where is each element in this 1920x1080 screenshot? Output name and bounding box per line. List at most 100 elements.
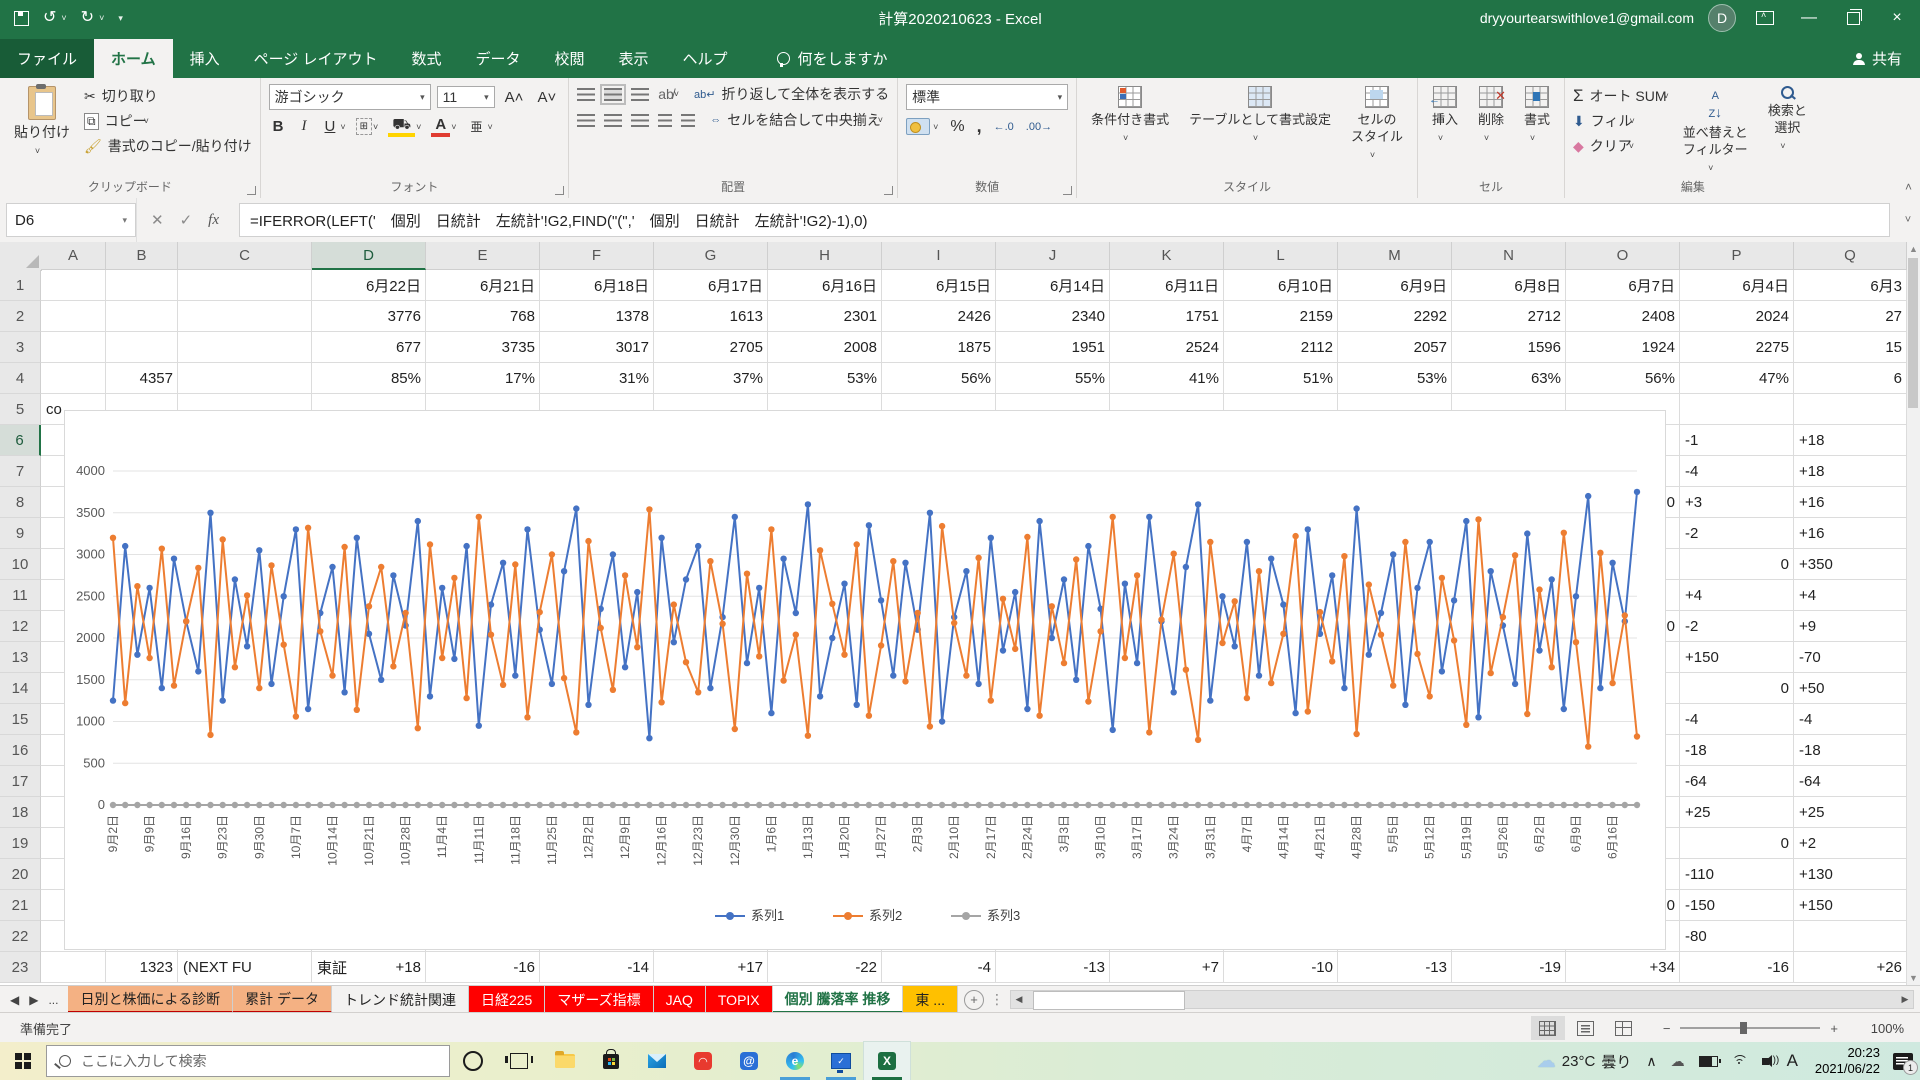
fill-button[interactable]: ⬇︎フィル˅ <box>1573 111 1669 131</box>
cell-D3[interactable]: 677 <box>312 332 426 363</box>
wrap-text-button[interactable]: ab↵折り返して全体を表示する <box>694 84 889 104</box>
horizontal-scrollbar[interactable]: ◀ ▶ <box>1010 990 1914 1009</box>
tell-me-box[interactable]: 何をしますか <box>771 39 894 78</box>
cell-P12[interactable]: -2 <box>1680 611 1794 642</box>
cell-N4[interactable]: 63% <box>1452 363 1566 394</box>
sheet-tab-トレンド統計関連[interactable]: トレンド統計関連 <box>332 986 469 1013</box>
page-layout-view-button[interactable] <box>1569 1016 1603 1040</box>
wifi-icon[interactable] <box>1725 1055 1755 1067</box>
percent-button[interactable]: % <box>950 118 964 136</box>
grow-font-button[interactable]: A˄ <box>501 88 528 107</box>
cell-H3[interactable]: 2008 <box>768 332 882 363</box>
cell-J2[interactable]: 2340 <box>996 301 1110 332</box>
cell-O2[interactable]: 2408 <box>1566 301 1680 332</box>
column-header-N[interactable]: N <box>1452 242 1566 270</box>
row-header-6[interactable]: 6 <box>0 425 41 456</box>
cell-Q19[interactable]: +2 <box>1794 828 1907 859</box>
cell-Q23[interactable]: +26 <box>1794 952 1907 983</box>
column-header-C[interactable]: C <box>178 242 312 270</box>
column-header-I[interactable]: I <box>882 242 996 270</box>
tab-校閲[interactable]: 校閲 <box>538 39 602 78</box>
cell-F4[interactable]: 31% <box>540 363 654 394</box>
cell-K2[interactable]: 1751 <box>1110 301 1224 332</box>
cell-Q21[interactable]: +150 <box>1794 890 1907 921</box>
avatar[interactable]: D <box>1708 4 1736 32</box>
column-header-O[interactable]: O <box>1566 242 1680 270</box>
ruby-button[interactable]: 亜 <box>467 117 487 136</box>
cell-P16[interactable]: -18 <box>1680 735 1794 766</box>
cell-D1[interactable]: 6月22日 <box>312 270 426 301</box>
column-header-E[interactable]: E <box>426 242 540 270</box>
task-view-button[interactable] <box>496 1042 542 1080</box>
cell-Q9[interactable]: +16 <box>1794 518 1907 549</box>
cell-L4[interactable]: 51% <box>1224 363 1338 394</box>
cell-E1[interactable]: 6月21日 <box>426 270 540 301</box>
cell-F1[interactable]: 6月18日 <box>540 270 654 301</box>
file-explorer-button[interactable] <box>542 1042 588 1080</box>
cell-Q11[interactable]: +4 <box>1794 580 1907 611</box>
cell-P22[interactable]: -80 <box>1680 921 1794 952</box>
zoom-slider[interactable]: −+ <box>1663 1021 1838 1036</box>
cell-P8[interactable]: +3 <box>1680 487 1794 518</box>
delete-cells-button[interactable]: ✕ 削除˅ <box>1472 84 1510 178</box>
cell-E3[interactable]: 3735 <box>426 332 540 363</box>
onedrive-cloud-icon[interactable]: ☁ <box>1664 1053 1692 1070</box>
battery-icon[interactable] <box>1692 1056 1725 1067</box>
action-center-button[interactable]: 1 <box>1890 1042 1916 1080</box>
formula-bar-expand-icon[interactable]: ˅ <box>1896 198 1920 242</box>
decrease-indent-icon[interactable] <box>658 114 672 127</box>
cell-Q7[interactable]: +18 <box>1794 456 1907 487</box>
cell-P9[interactable]: -2 <box>1680 518 1794 549</box>
column-header-D[interactable]: D <box>312 242 426 270</box>
borders-button[interactable]: ⊞︎ <box>356 118 372 135</box>
cell-K1[interactable]: 6月11日 <box>1110 270 1224 301</box>
row-header-9[interactable]: 9 <box>0 518 41 549</box>
font-dialog-launcher[interactable] <box>555 186 564 195</box>
cell-O23[interactable]: +34 <box>1566 952 1680 983</box>
cell-B23[interactable]: 1323 <box>106 952 178 983</box>
zoom-level[interactable]: 100% <box>1852 1021 1920 1036</box>
cell-N2[interactable]: 2712 <box>1452 301 1566 332</box>
cell-I4[interactable]: 56% <box>882 363 996 394</box>
cell-Q4[interactable]: 6 <box>1794 363 1907 394</box>
decrease-decimal-button[interactable]: .00→ <box>1026 121 1052 133</box>
tab-数式[interactable]: 数式 <box>394 39 458 78</box>
number-dialog-launcher[interactable] <box>1063 186 1072 195</box>
cell-P6[interactable]: -1 <box>1680 425 1794 456</box>
enter-icon[interactable]: ✓ <box>180 211 193 229</box>
cell-N1[interactable]: 6月8日 <box>1452 270 1566 301</box>
mail-button[interactable] <box>634 1042 680 1080</box>
start-button[interactable] <box>0 1042 46 1080</box>
cell-N23[interactable]: -19 <box>1452 952 1566 983</box>
cell-Q8[interactable]: +16 <box>1794 487 1907 518</box>
cell-Q18[interactable]: +25 <box>1794 797 1907 828</box>
align-top-icon[interactable] <box>577 88 595 101</box>
cell-H1[interactable]: 6月16日 <box>768 270 882 301</box>
row-header-10[interactable]: 10 <box>0 549 41 580</box>
format-painter-button[interactable]: 🖌︎書式のコピー/貼り付け <box>84 136 252 156</box>
cell-M4[interactable]: 53% <box>1338 363 1452 394</box>
align-right-icon[interactable] <box>631 114 649 127</box>
vertical-scrollbar[interactable]: ▲ ▼ <box>1906 242 1920 985</box>
italic-button[interactable]: I <box>298 117 311 136</box>
sheet-tab-マザーズ指標[interactable]: マザーズ指標 <box>545 986 653 1013</box>
cell-P18[interactable]: +25 <box>1680 797 1794 828</box>
sort-filter-button[interactable]: AZ↓ 並べ替えと フィルター˅ <box>1677 84 1754 178</box>
scroll-right-icon[interactable]: ▶ <box>1897 991 1913 1008</box>
clipboard-dialog-launcher[interactable] <box>247 186 256 195</box>
minimize-button[interactable]: — <box>1794 3 1824 33</box>
cancel-icon[interactable]: ✕ <box>151 211 164 229</box>
cell-N3[interactable]: 1596 <box>1452 332 1566 363</box>
sheet-prev-icon[interactable]: ◀ <box>10 993 19 1007</box>
format-cells-button[interactable]: 書式˅ <box>1518 84 1556 178</box>
cell-P1[interactable]: 6月4日 <box>1680 270 1794 301</box>
comma-button[interactable]: , <box>977 116 982 137</box>
sheet-tab-JAQ[interactable]: JAQ <box>654 986 706 1013</box>
share-button[interactable]: 共有 <box>1835 39 1920 78</box>
cell-K4[interactable]: 41% <box>1110 363 1224 394</box>
tab-挿入[interactable]: 挿入 <box>173 39 237 78</box>
cell-K3[interactable]: 2524 <box>1110 332 1224 363</box>
cell-D4[interactable]: 85% <box>312 363 426 394</box>
sheet-tab-東-...[interactable]: 東 ... <box>903 986 958 1013</box>
sheet-overflow-icon[interactable]: ... <box>48 993 58 1007</box>
